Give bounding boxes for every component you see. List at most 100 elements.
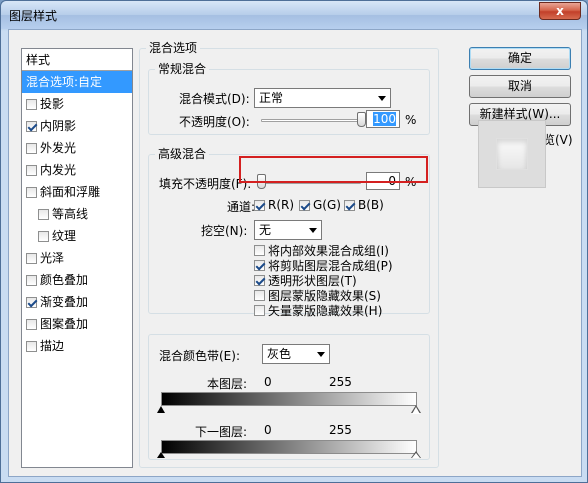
checkbox-icon[interactable] <box>26 296 37 308</box>
channel-g-label: G(G) <box>313 198 341 212</box>
layer-style-dialog: 图层样式 x 样式 混合选项:自定投影内阴影外发光内发光斜面和浮雕等高线纹理光泽… <box>0 0 588 483</box>
opacity-slider-thumb[interactable] <box>357 112 366 127</box>
checkbox-icon <box>254 245 265 256</box>
checkbox-icon[interactable] <box>26 318 37 330</box>
underlying-layer-black-handle[interactable] <box>157 452 165 458</box>
vector-mask-hides-label: 矢量蒙版隐藏效果(H) <box>268 304 383 318</box>
underlying-layer-white-handle[interactable] <box>412 453 420 458</box>
checkbox-icon[interactable] <box>26 340 37 352</box>
general-blending-title: 常规混合 <box>155 62 210 76</box>
checkbox-icon[interactable] <box>26 186 37 198</box>
sidebar-item[interactable]: 外发光 <box>22 137 132 159</box>
sidebar-item-label: 外发光 <box>40 141 77 155</box>
sidebar-item-label: 投影 <box>40 97 65 111</box>
sidebar-item[interactable]: 斜面和浮雕 <box>22 181 132 203</box>
checkbox-icon[interactable] <box>26 142 37 154</box>
checkbox-icon[interactable] <box>38 208 49 220</box>
sidebar-item-label: 斜面和浮雕 <box>40 185 101 199</box>
channel-g-checkbox[interactable]: G(G) <box>299 198 341 212</box>
styles-list-items: 混合选项:自定投影内阴影外发光内发光斜面和浮雕等高线纹理光泽颜色叠加渐变叠加图案… <box>22 71 132 357</box>
sidebar-item[interactable]: 内阴影 <box>22 115 132 137</box>
opacity-unit: % <box>405 113 417 127</box>
underlying-layer-label: 下一图层: <box>195 425 248 439</box>
this-layer-white-handle[interactable] <box>412 407 420 414</box>
blend-if-select[interactable]: 灰色 <box>262 344 330 364</box>
checkbox-icon[interactable] <box>26 120 37 132</box>
dialog-body: 样式 混合选项:自定投影内阴影外发光内发光斜面和浮雕等高线纹理光泽颜色叠加渐变叠… <box>8 29 582 477</box>
sidebar-item-label: 内阴影 <box>40 119 77 133</box>
this-layer-label: 本图层: <box>207 377 248 391</box>
checkbox-icon <box>254 290 265 301</box>
styles-list: 样式 混合选项:自定投影内阴影外发光内发光斜面和浮雕等高线纹理光泽颜色叠加渐变叠… <box>21 48 133 468</box>
checkbox-icon <box>254 199 265 211</box>
checkbox-icon <box>254 305 265 316</box>
knockout-select[interactable]: 无 <box>254 220 322 240</box>
styles-list-header[interactable]: 样式 <box>22 49 132 71</box>
style-preview-swatch <box>478 120 546 188</box>
blend-if-label: 混合颜色带(E): <box>159 349 240 363</box>
blend-if-value: 灰色 <box>267 347 292 361</box>
sidebar-item[interactable]: 等高线 <box>22 203 132 225</box>
chevron-down-icon <box>317 352 325 357</box>
sidebar-item[interactable]: 纹理 <box>22 225 132 247</box>
checkbox-icon <box>254 275 265 286</box>
sidebar-item[interactable]: 颜色叠加 <box>22 269 132 291</box>
sidebar-item-label: 内发光 <box>40 163 77 177</box>
opacity-slider-track[interactable] <box>261 119 361 122</box>
title-bar[interactable]: 图层样式 x <box>1 1 587 29</box>
channel-r-checkbox[interactable]: R(R) <box>254 198 294 212</box>
sidebar-item[interactable]: 内发光 <box>22 159 132 181</box>
advanced-blending-title: 高级混合 <box>155 147 210 161</box>
blend-mode-value: 正常 <box>259 91 284 105</box>
sidebar-item-label: 光泽 <box>40 251 65 265</box>
style-preview-sample <box>496 138 528 170</box>
sidebar-item-label: 描边 <box>40 339 65 353</box>
chevron-down-icon <box>378 96 386 101</box>
checkbox-icon[interactable] <box>26 274 37 286</box>
knockout-label: 挖空(N): <box>201 224 248 238</box>
cancel-button[interactable]: 取消 <box>469 75 571 98</box>
this-layer-gradient <box>161 392 417 406</box>
channel-b-checkbox[interactable]: B(B) <box>344 198 384 212</box>
sidebar-item[interactable]: 混合选项:自定 <box>22 71 132 93</box>
blend-options-title: 混合选项 <box>146 41 201 55</box>
window-title: 图层样式 <box>9 9 58 23</box>
sidebar-item[interactable]: 描边 <box>22 335 132 357</box>
sidebar-item[interactable]: 光泽 <box>22 247 132 269</box>
knockout-value: 无 <box>259 223 272 237</box>
checkbox-icon[interactable] <box>38 230 49 242</box>
channels-label: 通道: <box>227 200 256 214</box>
sidebar-item-label: 颜色叠加 <box>40 273 89 287</box>
sidebar-item-label: 混合选项:自定 <box>26 75 103 89</box>
underlying-layer-min: 0 <box>264 423 272 437</box>
checkbox-icon <box>254 260 265 271</box>
general-blending-group: 常规混合 混合模式(D): 正常 不透明度(O): 100 % <box>148 62 430 135</box>
checkbox-icon[interactable] <box>26 252 37 264</box>
vector-mask-hides-checkbox[interactable]: 矢量蒙版隐藏效果(H) <box>254 302 382 319</box>
blend-mode-label: 混合模式(D): <box>179 92 250 106</box>
blend-mode-select[interactable]: 正常 <box>254 88 391 108</box>
checkbox-icon[interactable] <box>26 164 37 176</box>
checkbox-icon[interactable] <box>26 98 37 110</box>
channel-b-label: B(B) <box>358 198 384 212</box>
blend-options-group: 混合选项 常规混合 混合模式(D): 正常 不透明度(O): 100 % 高级混… <box>139 41 439 468</box>
close-button[interactable]: x <box>539 2 581 20</box>
this-layer-black-handle[interactable] <box>157 406 165 413</box>
sidebar-item-label: 等高线 <box>52 207 89 221</box>
opacity-value: 100 <box>373 112 396 126</box>
this-layer-max: 255 <box>329 375 352 389</box>
sidebar-item[interactable]: 投影 <box>22 93 132 115</box>
this-layer-min: 0 <box>264 375 272 389</box>
checkbox-icon <box>299 199 310 211</box>
blend-if-group: 混合颜色带(E): 灰色 本图层: 0 255 下一图层: 0 255 <box>148 334 430 460</box>
opacity-label: 不透明度(O): <box>179 115 250 129</box>
sidebar-item[interactable]: 图案叠加 <box>22 313 132 335</box>
sidebar-item-label: 渐变叠加 <box>40 295 89 309</box>
annotation-highlight-box <box>239 156 428 183</box>
opacity-input[interactable]: 100 <box>366 110 400 128</box>
fill-opacity-label: 填充不透明度(F): <box>159 177 252 191</box>
ok-button[interactable]: 确定 <box>469 47 571 70</box>
underlying-layer-gradient <box>161 440 417 454</box>
checkbox-icon <box>344 199 355 211</box>
sidebar-item[interactable]: 渐变叠加 <box>22 291 132 313</box>
